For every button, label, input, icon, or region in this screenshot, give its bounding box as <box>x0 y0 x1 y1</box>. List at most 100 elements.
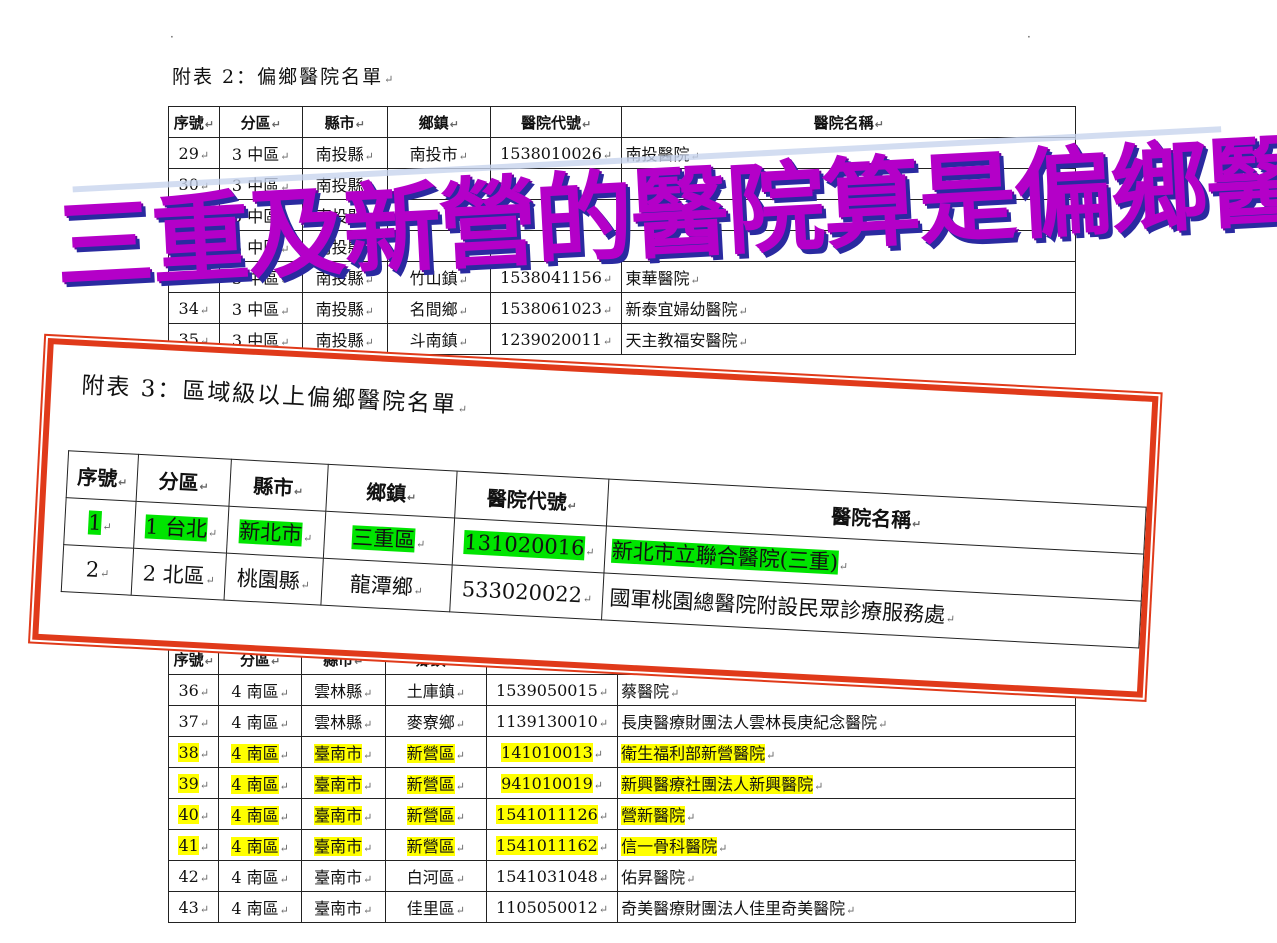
paragraph-mark: ↵ <box>199 871 210 885</box>
cell-code-text: 1541011126 <box>496 804 598 824</box>
cell-no: 41↵ <box>167 829 220 861</box>
cell-district: 4 南區↵ <box>218 829 302 861</box>
cell-code-text: 141010013 <box>501 742 593 762</box>
cell-town-text: 新營區 <box>406 806 455 825</box>
paragraph-mark: ↵ <box>199 902 210 916</box>
cell-code: 1541031048↵ <box>486 860 619 892</box>
paragraph-mark: ↵ <box>363 842 373 855</box>
table-row: 38↵ 4 南區↵ 臺南市↵ 新營區↵ 141010013↵ 衛生福利部新營醫院↵ <box>167 736 1076 768</box>
cell-town: 新營區↵ <box>384 798 488 830</box>
paragraph-mark: ↵ <box>455 842 465 855</box>
header-name-text: 醫院名稱 <box>830 503 912 532</box>
cell-no-text: 43 <box>178 897 199 917</box>
paragraph-mark: ↵ <box>199 479 209 494</box>
cell-town-text: 土庫鎮 <box>406 682 455 701</box>
paragraph-mark: ↵ <box>945 612 956 626</box>
cell-town-text: 麥寮鄉 <box>406 713 455 732</box>
cell-town-text: 斗南鎮 <box>409 331 458 350</box>
paragraph-mark: ↵ <box>204 654 214 668</box>
paragraph-mark: ↵ <box>567 498 578 513</box>
cell-county-text: 臺南市 <box>314 744 363 763</box>
cell-county-text: 臺南市 <box>314 806 363 825</box>
cell-district-text: 4 南區 <box>231 744 279 763</box>
paragraph-mark: ↵ <box>271 117 281 131</box>
paragraph-mark: ↵ <box>598 809 609 823</box>
paragraph-mark: ↵ <box>279 842 289 855</box>
header-no-text: 序號 <box>76 464 118 491</box>
paragraph-mark: ↵ <box>363 687 373 700</box>
cell-name-text: 新興醫療社團法人新興醫院 <box>621 775 814 794</box>
cell-town: 龍潭鄉↵ <box>320 558 453 612</box>
cell-code-text: 941010019 <box>501 773 593 793</box>
paragraph-mark: ↵ <box>199 840 210 854</box>
cell-no: 1↵ <box>63 497 137 549</box>
cell-district: 2 北區↵ <box>131 548 227 601</box>
cell-district-text: 4 南區 <box>231 837 279 856</box>
cell-town: 新營區↵ <box>384 767 488 799</box>
cell-district: 4 南區↵ <box>218 705 302 737</box>
cell-district: 4 南區↵ <box>218 798 302 830</box>
paragraph-mark: ↵ <box>199 685 210 699</box>
paragraph-mark: ↵ <box>584 545 595 559</box>
paragraph-mark: ↵ <box>279 718 289 731</box>
cell-name: 長庚醫療財團法人雲林長庚紀念醫院↵ <box>617 705 1076 737</box>
header-county-text: 縣市 <box>324 113 355 132</box>
paragraph-mark: ↵ <box>593 778 603 792</box>
table-row: 41↵ 4 南區↵ 臺南市↵ 新營區↵ 1541011162↵ 信一骨科醫院↵ <box>167 829 1076 861</box>
cell-district: 4 南區↵ <box>218 674 302 706</box>
cell-no-text: 36 <box>178 680 199 700</box>
cell-district-text: 2 北區 <box>142 561 206 589</box>
paragraph-mark: ↵ <box>279 749 289 762</box>
cell-code-text: 1539050015 <box>496 680 598 700</box>
paragraph-mark: ↵ <box>199 747 210 761</box>
header-district-text: 分區 <box>240 113 271 132</box>
cell-no-text: 42 <box>178 866 199 886</box>
cell-name: 衛生福利部新營醫院↵ <box>617 736 1076 768</box>
cell-district: 4 南區↵ <box>218 736 302 768</box>
cell-town: 佳里區↵ <box>384 891 488 923</box>
cell-county: 桃園縣↵ <box>223 553 324 606</box>
paragraph-mark: ↵ <box>363 873 373 886</box>
cell-code-text: 131020016 <box>463 530 586 561</box>
cell-code: 1139130010↵ <box>486 705 619 737</box>
paragraph-mark: ↵ <box>363 780 373 793</box>
cell-no: 38↵ <box>167 736 220 768</box>
cell-name: 營新醫院↵ <box>617 798 1076 830</box>
header-district: 分區↵ <box>136 454 232 507</box>
cell-town: 土庫鎮↵ <box>384 674 488 706</box>
paragraph-mark: ↵ <box>738 336 748 349</box>
paragraph-mark: ↵ <box>279 904 289 917</box>
paragraph-mark: ↵ <box>300 578 311 593</box>
page-corner-mark: · <box>170 30 174 44</box>
cell-county-text: 新北市 <box>238 519 303 547</box>
paragraph-mark: ↵ <box>458 336 468 349</box>
cell-no-text: 41 <box>178 835 199 855</box>
paragraph-mark: ↵ <box>293 484 304 499</box>
paragraph-mark: ↵ <box>279 687 289 700</box>
paragraph-mark: ↵ <box>415 537 426 552</box>
header-code-text: 醫院代號 <box>486 485 568 514</box>
header-district-text: 分區 <box>239 650 270 669</box>
paragraph-mark: ↵ <box>199 809 210 823</box>
table2-caption: 附表 2：偏鄉醫院名單↵ <box>172 66 396 88</box>
cell-code-text: 1541011162 <box>496 835 598 855</box>
cell-district-text: 4 南區 <box>231 713 279 732</box>
cell-code: 131020016↵ <box>452 518 607 573</box>
paragraph-mark: ↵ <box>199 778 210 792</box>
cell-district: 4 南區↵ <box>218 891 302 923</box>
paragraph-mark: ↵ <box>598 840 609 854</box>
paragraph-mark: ↵ <box>455 811 465 824</box>
header-no-text: 序號 <box>173 113 204 132</box>
paragraph-mark: ↵ <box>582 592 593 606</box>
table-row: 40↵ 4 南區↵ 臺南市↵ 新營區↵ 1541011126↵ 營新醫院↵ <box>167 798 1076 830</box>
cell-name: 天主教福安醫院↵ <box>621 323 1076 355</box>
cell-county-text: 臺南市 <box>314 775 363 794</box>
cell-town-text: 新營區 <box>406 837 455 856</box>
paragraph-mark: ↵ <box>279 811 289 824</box>
paragraph-mark: ↵ <box>686 873 696 886</box>
cell-county-text: 臺南市 <box>314 837 363 856</box>
header-county: 縣市↵ <box>228 459 329 512</box>
paragraph-mark: ↵ <box>455 687 465 700</box>
cell-no-text: 40 <box>178 804 199 824</box>
header-town: 鄉鎮↵ <box>325 464 458 519</box>
